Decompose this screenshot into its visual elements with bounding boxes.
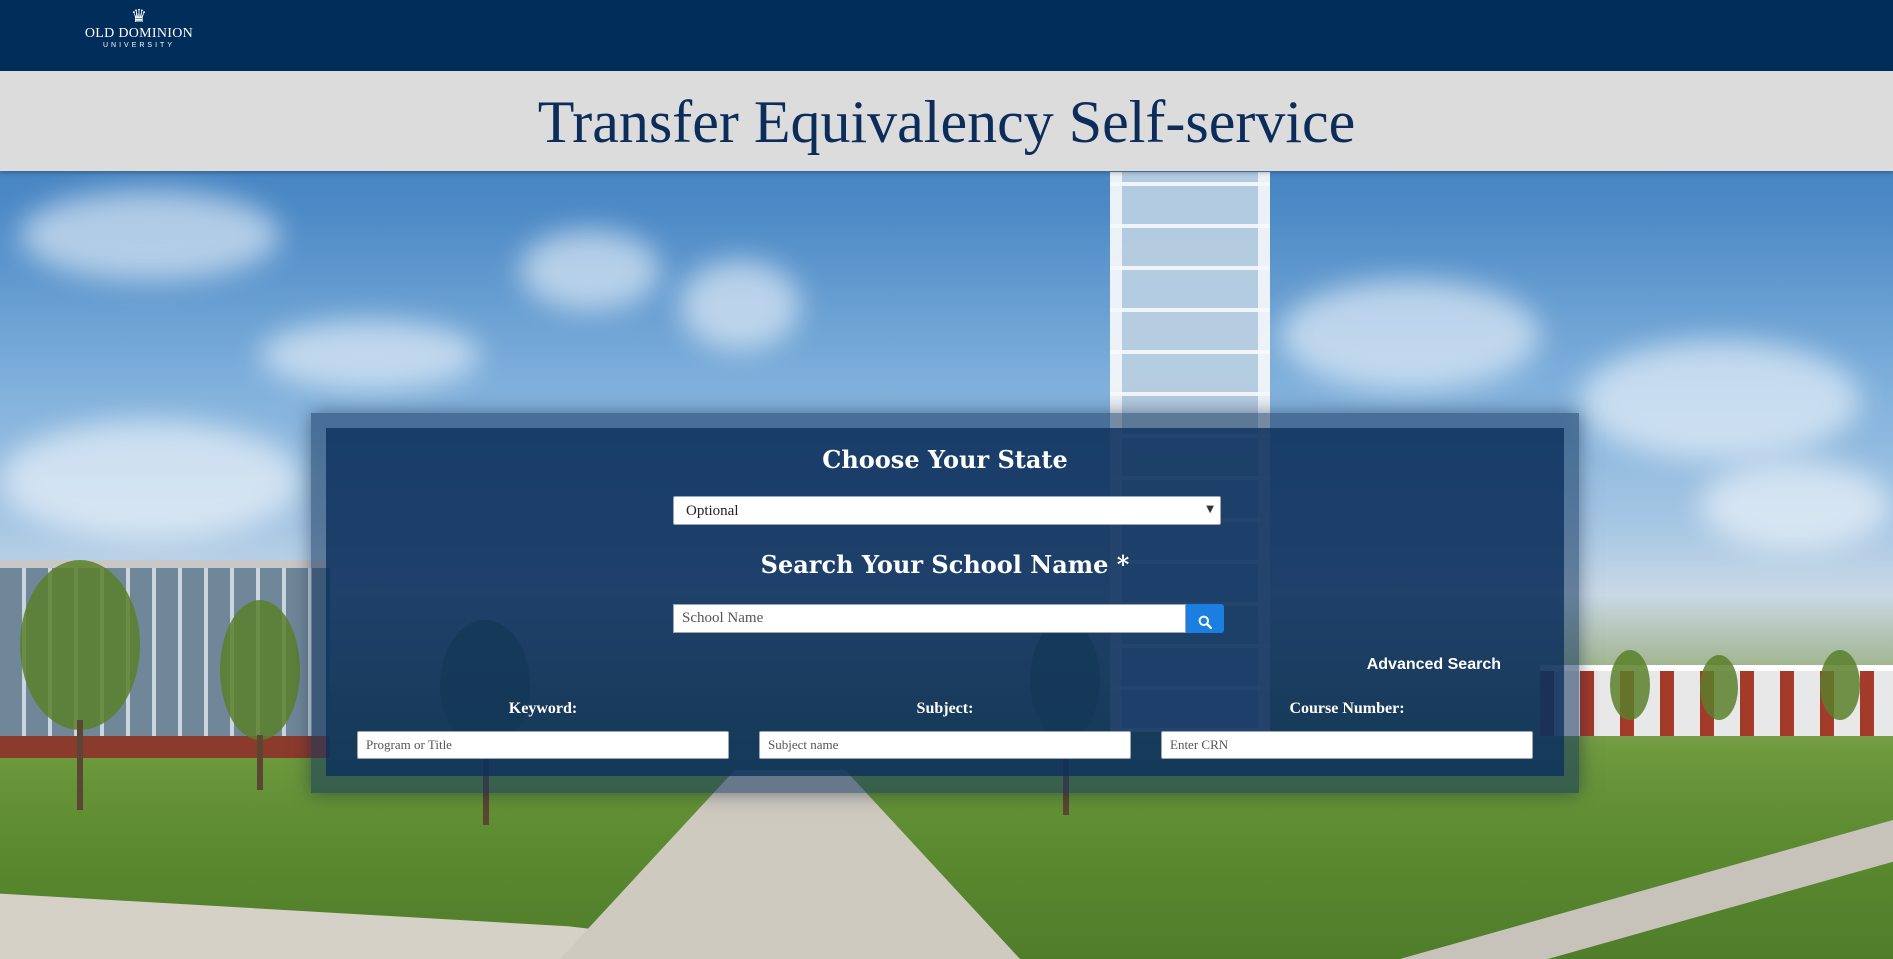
title-bar: Transfer Equivalency Self-service [0, 71, 1893, 171]
page-title: Transfer Equivalency Self-service [537, 89, 1356, 155]
subject-input[interactable] [759, 731, 1131, 759]
page: ♛ OLD DOMINION UNIVERSITY Transfer Equiv… [0, 0, 1893, 959]
logo-subtitle: UNIVERSITY [102, 42, 175, 49]
logo-name: OLD DOMINION [84, 26, 194, 41]
state-select[interactable]: Optional ▼ [673, 496, 1221, 525]
subject-label: Subject: [916, 700, 974, 717]
school-heading: Search Your School Name * [760, 550, 1130, 579]
top-header: ♛ OLD DOMINION UNIVERSITY [0, 0, 1893, 71]
school-name-input[interactable] [673, 604, 1186, 633]
search-panel-frame: Choose Your State Optional ▼ Search Your… [311, 413, 1579, 793]
keyword-label: Keyword: [508, 700, 578, 717]
state-heading: Choose Your State [822, 445, 1068, 474]
course-number-label: Course Number: [1289, 700, 1405, 717]
school-search-button[interactable] [1186, 604, 1224, 633]
course-number-input[interactable] [1161, 731, 1533, 759]
advanced-search-link[interactable]: Advanced Search [1367, 656, 1501, 674]
keyword-input[interactable] [357, 731, 729, 759]
dropdown-arrow-icon: ▼ [1206, 504, 1214, 515]
search-icon [1198, 615, 1212, 629]
search-panel: Choose Your State Optional ▼ Search Your… [326, 428, 1564, 776]
state-select-value: Optional [686, 503, 739, 519]
odu-logo[interactable]: ♛ OLD DOMINION UNIVERSITY [84, 8, 194, 58]
crown-icon: ♛ [130, 6, 148, 27]
